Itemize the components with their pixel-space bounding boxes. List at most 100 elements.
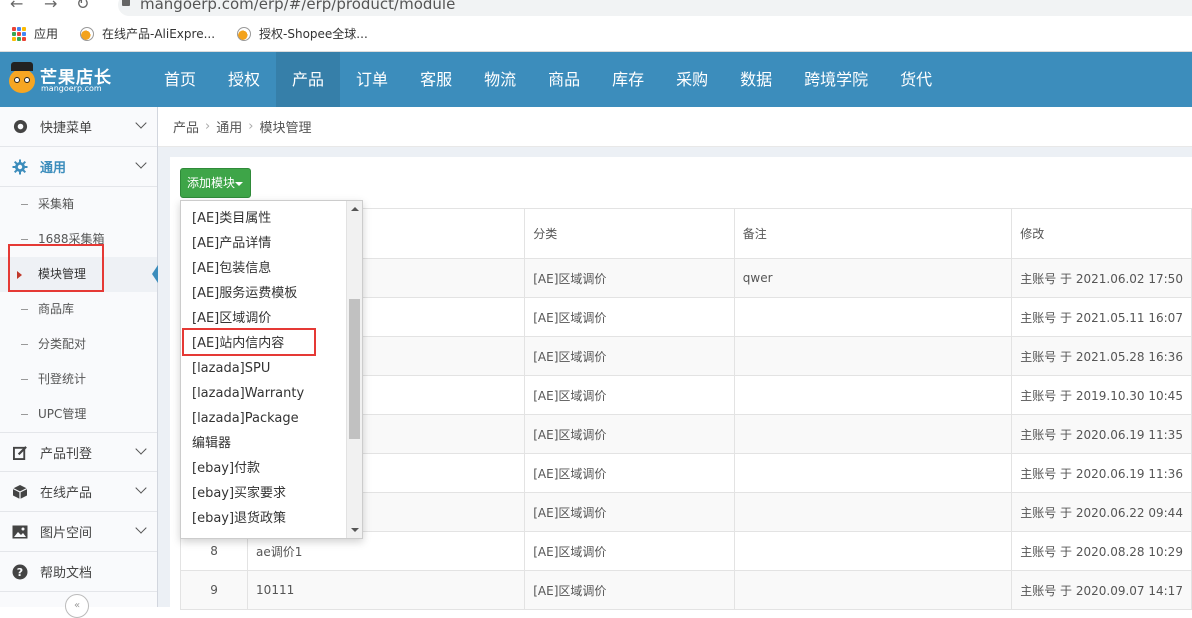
sidebar-item-product-library[interactable]: 商品库: [0, 292, 157, 327]
bookmark-label: 应用: [34, 27, 59, 41]
breadcrumb-item[interactable]: 通用: [216, 117, 242, 136]
cell-modified: 主账号 于 2020.09.07 14:17: [1011, 570, 1192, 610]
sidebar-group-product-listing[interactable]: 产品刊登: [0, 432, 157, 472]
dropdown-item[interactable]: [ebay]买家要求: [181, 481, 347, 506]
lock-icon: [122, 0, 130, 6]
cell-note: [733, 297, 1013, 337]
chevron-right-icon: ›: [248, 119, 254, 134]
nav-item-service[interactable]: 客服: [404, 52, 468, 107]
nav-item-orders[interactable]: 订单: [340, 52, 404, 107]
cell-note: [733, 375, 1013, 415]
sidebar-collapse-icon[interactable]: «: [65, 594, 89, 618]
nav-item-home[interactable]: 首页: [148, 52, 212, 107]
apps-grid-icon: [12, 26, 26, 41]
sidebar-item-upc-management[interactable]: UPC管理: [0, 397, 157, 432]
add-module-label: 添加模块: [187, 176, 236, 190]
sidebar-item-label: 刊登统计: [38, 372, 87, 386]
dashboard-icon: [12, 119, 28, 135]
mango-favicon-icon: [237, 26, 252, 41]
cell-category: [AE]区域调价: [524, 336, 735, 376]
dropdown-item[interactable]: [lazada]Package: [181, 406, 347, 431]
scroll-down-icon[interactable]: [351, 528, 359, 532]
browser-address-bar: ← → ↻ mangoerp.com/erp/#/erp/product/mod…: [0, 0, 1192, 16]
dropdown-item[interactable]: [AE]服务运费模板: [181, 281, 347, 306]
sidebar-item-listing-stats[interactable]: 刊登统计: [0, 362, 157, 397]
sidebar-group-help-docs[interactable]: ? 帮助文档: [0, 552, 157, 592]
cell-category: [AE]区域调价: [524, 414, 735, 454]
svg-text:?: ?: [17, 566, 23, 579]
dropdown-item[interactable]: [AE]产品详情: [181, 231, 347, 256]
add-module-button[interactable]: 添加模块: [180, 168, 251, 198]
dropdown-list: [AE]类目属性 [AE]产品详情 [AE]包装信息 [AE]服务运费模板 [A…: [181, 206, 347, 531]
sidebar-group-quick-menu[interactable]: 快捷菜单: [0, 107, 157, 147]
dropdown-item[interactable]: [AE]包装信息: [181, 256, 347, 281]
bookmark-apps[interactable]: 应用: [12, 25, 58, 42]
dropdown-scrollbar[interactable]: [346, 201, 362, 538]
cell-note: qwer: [733, 258, 1013, 298]
nav-item-inventory[interactable]: 库存: [596, 52, 660, 107]
cell-note: [733, 492, 1013, 532]
mango-favicon-icon: [80, 26, 95, 41]
nav-item-goods[interactable]: 商品: [532, 52, 596, 107]
cell-category: [AE]区域调价: [524, 453, 735, 493]
reload-icon[interactable]: ↻: [76, 0, 89, 13]
scroll-up-icon[interactable]: [351, 207, 359, 211]
dropdown-item[interactable]: [lazada]Warranty: [181, 381, 347, 406]
url-field[interactable]: mangoerp.com/erp/#/erp/product/module: [118, 0, 1192, 16]
box-icon: [12, 484, 28, 500]
image-icon: [12, 524, 28, 540]
forward-icon[interactable]: →: [44, 0, 57, 13]
sidebar-group-label: 在线产品: [40, 486, 93, 501]
dropdown-item[interactable]: [ebay]付款: [181, 456, 347, 481]
cell-category: [AE]区域调价: [524, 570, 735, 610]
nav-item-forwarding[interactable]: 货代: [884, 52, 948, 107]
cell-note: [733, 453, 1013, 493]
cell-category: [AE]区域调价: [524, 375, 735, 415]
brand-logo[interactable]: 芒果店长 mangoerp.com: [6, 60, 116, 100]
sidebar-item-label: 采集箱: [38, 197, 75, 211]
chevron-down-icon: [135, 117, 147, 129]
column-header-note: 备注: [733, 208, 1013, 259]
cell-modified: 主账号 于 2021.05.28 16:36: [1011, 336, 1192, 376]
nav-item-data[interactable]: 数据: [724, 52, 788, 107]
cell-modified: 主账号 于 2020.06.19 11:36: [1011, 453, 1192, 493]
sidebar-group-general[interactable]: 通用: [0, 147, 157, 187]
sidebar-item-collection-box[interactable]: 采集箱: [0, 187, 157, 222]
chevron-down-icon: [135, 522, 147, 534]
nav-item-product[interactable]: 产品: [276, 52, 341, 107]
table-row[interactable]: 9 10111 [AE]区域调价 主账号 于 2020.09.07 14:17: [179, 570, 1192, 610]
chevron-down-icon: [135, 157, 147, 169]
nav-item-logistics[interactable]: 物流: [468, 52, 532, 107]
bookmark-label: 授权-Shopee全球...: [259, 27, 368, 41]
nav-item-academy[interactable]: 跨境学院: [788, 52, 884, 107]
dropdown-item[interactable]: [AE]类目属性: [181, 206, 347, 231]
back-icon[interactable]: ←: [10, 0, 23, 13]
dropdown-item[interactable]: 编辑器: [181, 431, 347, 456]
cell-note: [733, 570, 1013, 610]
add-module-dropdown[interactable]: [AE]类目属性 [AE]产品详情 [AE]包装信息 [AE]服务运费模板 [A…: [180, 200, 363, 539]
sidebar-group-online-products[interactable]: 在线产品: [0, 472, 157, 512]
scrollbar-thumb[interactable]: [349, 299, 360, 439]
cell-modified: 主账号 于 2021.05.11 16:07: [1011, 297, 1192, 337]
sidebar-item-category-mapping[interactable]: 分类配对: [0, 327, 157, 362]
chevron-down-icon: [135, 482, 147, 494]
dropdown-item[interactable]: [lazada]SPU: [181, 356, 347, 381]
bookmark-aliexpress[interactable]: 在线产品-AliExpre...: [80, 25, 215, 42]
breadcrumb-item[interactable]: 产品: [173, 117, 199, 136]
bookmarks-bar: 应用 在线产品-AliExpre... 授权-Shopee全球...: [0, 16, 1192, 52]
bookmark-label: 在线产品-AliExpre...: [102, 27, 216, 41]
dropdown-item[interactable]: [ebay]退货政策: [181, 506, 347, 531]
annotation-highlight-box: [182, 328, 316, 356]
column-header-modified: 修改: [1011, 208, 1192, 259]
sidebar-item-label: 分类配对: [38, 337, 87, 351]
cell-modified: 主账号 于 2020.06.19 11:35: [1011, 414, 1192, 454]
nav-item-auth[interactable]: 授权: [212, 52, 276, 107]
sidebar-group-image-space[interactable]: 图片空间: [0, 512, 157, 552]
chevron-right-icon: ›: [205, 119, 211, 134]
sidebar-group-label: 快捷菜单: [40, 121, 93, 136]
nav-item-purchase[interactable]: 采购: [660, 52, 724, 107]
bookmark-shopee[interactable]: 授权-Shopee全球...: [237, 25, 368, 42]
main-nav: 首页 授权 产品 订单 客服 物流 商品 库存 采购 数据 跨境学院 货代: [148, 52, 948, 107]
sidebar-group-label: 产品刊登: [40, 446, 93, 462]
sidebar-item-label: UPC管理: [38, 407, 87, 421]
